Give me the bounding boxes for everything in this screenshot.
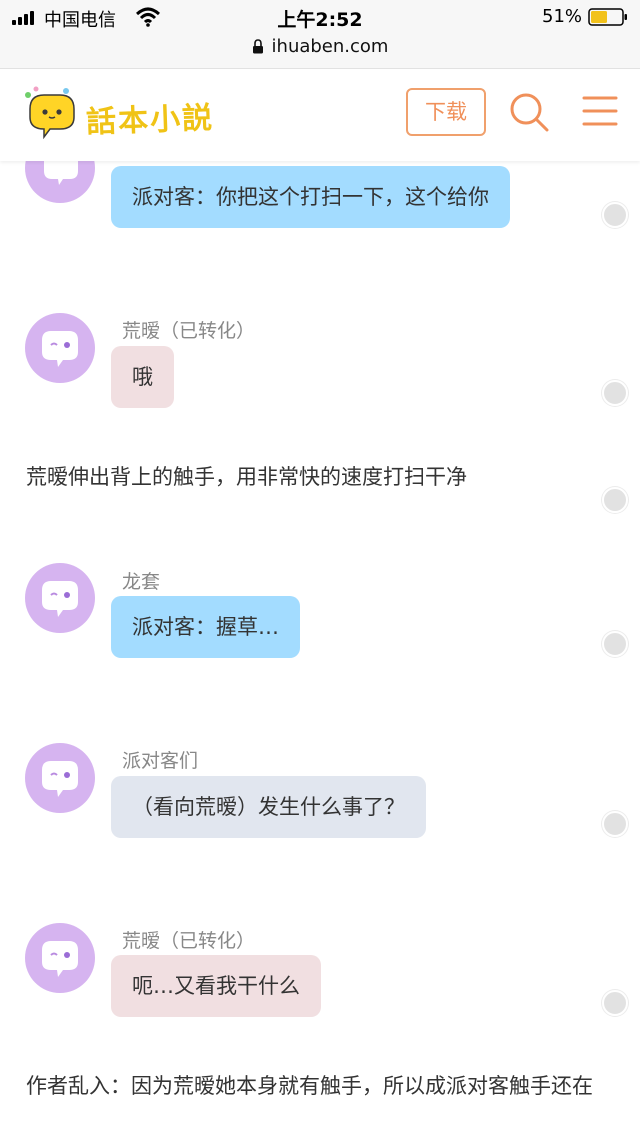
chat-content: 派对客：你把这个打扫一下，这个给你 荒暧（已转化） 哦 荒暧伸出背上的触手，用非…	[0, 0, 640, 1138]
sender-name: 荒暧（已转化）	[122, 320, 256, 342]
message-bubble[interactable]: 派对客：握草…	[111, 596, 300, 658]
comment-dot-icon[interactable]	[602, 990, 628, 1016]
chat-bubble-avatar-icon	[42, 581, 78, 617]
chat-bubble-avatar-icon	[42, 331, 78, 367]
message-bubble[interactable]: 呃…又看我干什么	[111, 955, 321, 1017]
comment-dot-icon[interactable]	[602, 380, 628, 406]
site-header: 話本小説 下载	[0, 69, 640, 161]
chat-bubble-avatar-icon	[42, 941, 78, 977]
sender-name: 龙套	[122, 571, 161, 593]
avatar[interactable]	[25, 743, 95, 813]
message-bubble[interactable]: 哦	[111, 346, 174, 408]
sender-name: 荒暧（已转化）	[122, 930, 256, 952]
avatar[interactable]	[25, 923, 95, 993]
avatar[interactable]	[25, 313, 95, 383]
logo-text[interactable]: 話本小説	[85, 93, 215, 141]
logo-icon[interactable]	[20, 83, 82, 143]
menu-icon[interactable]	[582, 95, 618, 127]
download-button[interactable]: 下载	[406, 88, 486, 136]
comment-dot-icon[interactable]	[602, 202, 628, 228]
avatar[interactable]	[25, 563, 95, 633]
comment-dot-icon[interactable]	[602, 811, 628, 837]
chat-bubble-avatar-icon	[42, 761, 78, 797]
sender-name: 派对客们	[122, 750, 199, 772]
comment-dot-icon[interactable]	[602, 487, 628, 513]
narration-text: 荒暧伸出背上的触手，用非常快的速度打扫干净	[26, 465, 467, 489]
narration-text: 作者乱入：因为荒暧她本身就有触手，所以成派对客触手还在	[26, 1074, 593, 1098]
message-bubble[interactable]: （看向荒暧）发生什么事了？	[111, 776, 426, 838]
search-icon[interactable]	[508, 91, 550, 133]
message-bubble[interactable]: 派对客：你把这个打扫一下，这个给你	[111, 166, 510, 228]
comment-dot-icon[interactable]	[602, 631, 628, 657]
